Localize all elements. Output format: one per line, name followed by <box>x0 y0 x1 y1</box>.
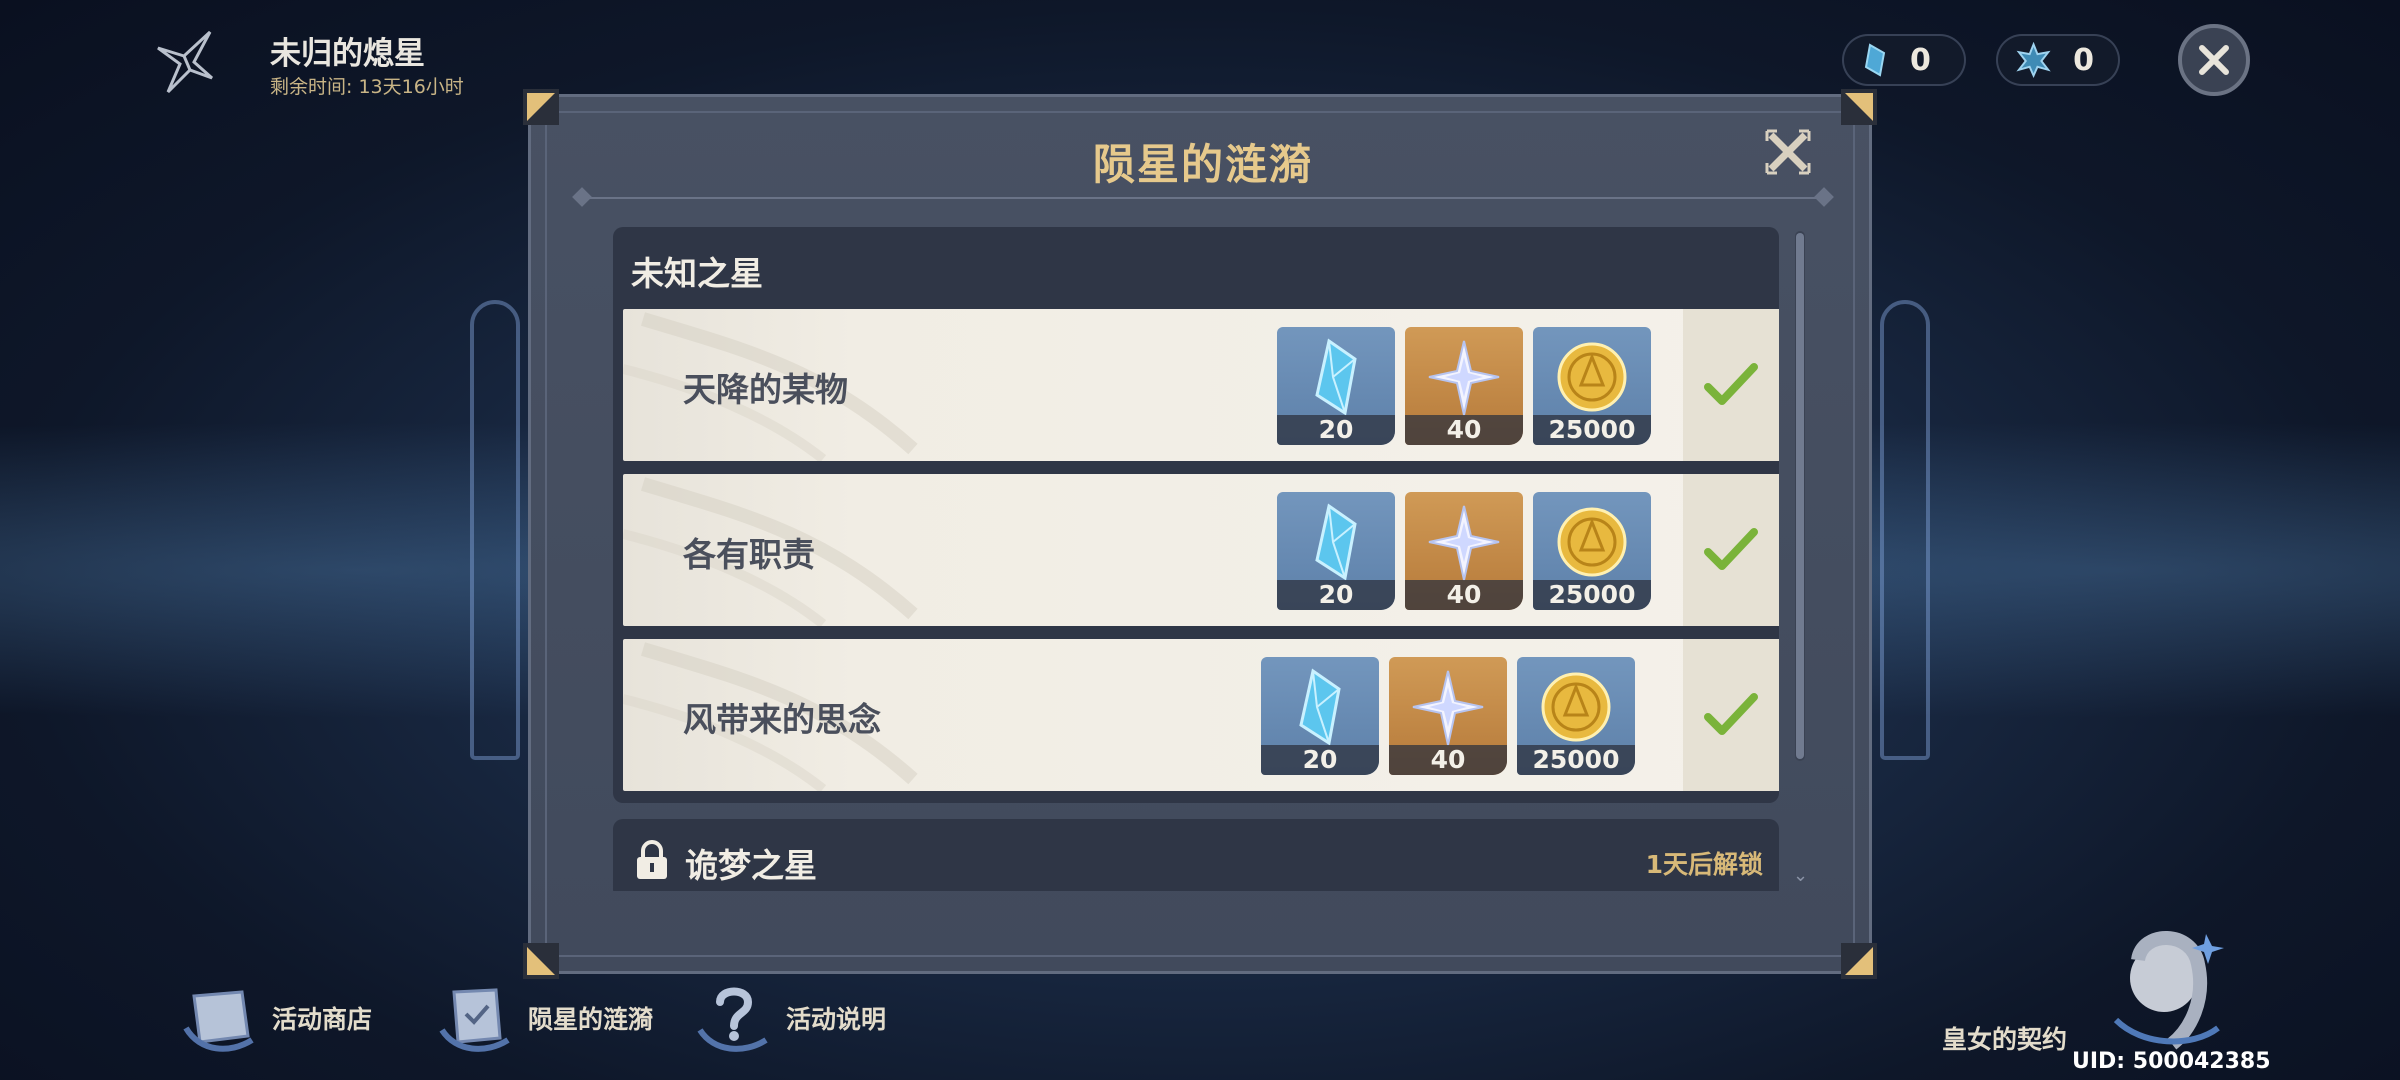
reward-mora[interactable]: 25000 <box>1533 492 1651 610</box>
reward-count: 40 <box>1405 580 1523 610</box>
reward-list: 20 40 25000 <box>1277 492 1651 610</box>
crystal-icon <box>1315 338 1357 416</box>
section-dream-star[interactable]: 诡梦之星 1天后解锁 <box>613 819 1779 891</box>
mora-coin-icon <box>1557 342 1627 412</box>
corner-ornament-icon <box>1841 89 1877 125</box>
reward-count: 40 <box>1389 745 1507 775</box>
corner-ornament-icon <box>1841 943 1877 979</box>
scrollbar-thumb[interactable] <box>1796 233 1804 759</box>
completed-cell <box>1683 309 1779 461</box>
reward-count: 25000 <box>1533 580 1651 610</box>
background-frame-left <box>470 300 520 760</box>
section-title: 诡梦之星 <box>685 846 817 885</box>
nav-label: 活动说明 <box>786 1005 887 1034</box>
quest-item[interactable]: 风带来的思念 20 40 25000 <box>623 639 1779 791</box>
dialog-title: 陨星的涟漪 <box>1092 140 1313 189</box>
unlock-note: 1天后解锁 <box>1645 850 1763 879</box>
reward-primogem[interactable]: 40 <box>1405 327 1523 445</box>
reward-count: 25000 <box>1533 415 1651 445</box>
quest-item[interactable]: 天降的某物 20 40 25000 <box>623 309 1779 461</box>
title-divider <box>585 197 1821 199</box>
quest-name: 风带来的思念 <box>683 700 881 739</box>
nav-event-shop[interactable]: 活动商店 <box>180 980 372 1056</box>
close-icon <box>2199 45 2229 75</box>
reward-primogem[interactable]: 40 <box>1405 492 1523 610</box>
reward-mora[interactable]: 25000 <box>1533 327 1651 445</box>
reward-count: 20 <box>1277 415 1395 445</box>
event-time-left: 剩余时间: 13天16小时 <box>270 76 464 98</box>
reward-crystal[interactable]: 20 <box>1277 492 1395 610</box>
reward-mora[interactable]: 25000 <box>1517 657 1635 775</box>
checkmark-icon <box>1704 693 1758 735</box>
reward-count: 40 <box>1405 415 1523 445</box>
nav-help[interactable]: 活动说明 <box>694 980 886 1056</box>
clipboard-icon <box>439 988 510 1052</box>
star-token-icon <box>2016 42 2051 78</box>
corner-ornament-icon <box>523 89 559 125</box>
currency-star-value: 0 <box>2073 42 2094 78</box>
checkmark-icon <box>1704 363 1758 405</box>
quest-item[interactable]: 各有职责 20 40 25000 <box>623 474 1779 626</box>
reward-list: 20 40 25000 <box>1277 327 1651 445</box>
currency-shard-value: 0 <box>1910 42 1931 78</box>
reward-primogem[interactable]: 40 <box>1389 657 1507 775</box>
scrollbar[interactable] <box>1795 231 1805 761</box>
nav-contract[interactable]: 皇女的契约 <box>1942 1020 2067 1056</box>
reward-list: 20 40 25000 <box>1261 657 1635 775</box>
shop-bag-icon <box>183 990 254 1052</box>
currency-shard[interactable]: 0 <box>1842 34 1966 86</box>
reward-count: 20 <box>1277 580 1395 610</box>
mora-coin-icon <box>1557 507 1627 577</box>
section-unknown-star: 未知之星 天降的某物 20 40 25000 各有职责 20 40 25000 … <box>613 227 1779 803</box>
primogem-star-icon <box>1428 505 1500 581</box>
nav-ripples[interactable]: 陨星的涟漪 <box>436 980 653 1056</box>
nav-label: 陨星的涟漪 <box>528 1005 654 1034</box>
avatar[interactable] <box>2102 920 2232 1050</box>
mora-coin-icon <box>1541 672 1611 742</box>
starglitter-shard-icon <box>1864 43 1886 77</box>
uid-label: UID: 500042385 <box>2072 1049 2271 1074</box>
background-frame-right <box>1880 300 1930 760</box>
ripples-dialog: 陨星的涟漪 未知之星 天降的某物 20 40 25000 各有职责 20 40 … <box>523 89 1877 979</box>
reward-crystal[interactable]: 20 <box>1277 327 1395 445</box>
nav-label: 活动商店 <box>272 1005 373 1034</box>
crystal-icon <box>1299 668 1341 746</box>
reward-count: 20 <box>1261 745 1379 775</box>
checkmark-icon <box>1704 528 1758 570</box>
dialog-close-button[interactable] <box>1763 127 1813 177</box>
reward-count: 25000 <box>1517 745 1635 775</box>
primogem-star-icon <box>1412 670 1484 746</box>
event-title: 未归的熄星 <box>270 36 425 72</box>
section-title: 未知之星 <box>631 254 763 293</box>
crystal-icon <box>1315 503 1357 581</box>
chevron-down-icon: ⌄ <box>1793 865 1809 886</box>
primogem-star-icon <box>1428 340 1500 416</box>
completed-cell <box>1683 639 1779 791</box>
corner-ornament-icon <box>523 943 559 979</box>
event-star-icon <box>157 30 213 94</box>
completed-cell <box>1683 474 1779 626</box>
question-icon <box>697 987 768 1052</box>
quest-name: 天降的某物 <box>683 370 848 409</box>
quest-name: 各有职责 <box>683 535 815 574</box>
close-event-button[interactable] <box>2178 24 2250 96</box>
currency-star[interactable]: 0 <box>1996 34 2120 86</box>
quest-list[interactable]: 未知之星 天降的某物 20 40 25000 各有职责 20 40 25000 … <box>613 227 1779 891</box>
lock-icon <box>637 840 667 879</box>
reward-crystal[interactable]: 20 <box>1261 657 1379 775</box>
